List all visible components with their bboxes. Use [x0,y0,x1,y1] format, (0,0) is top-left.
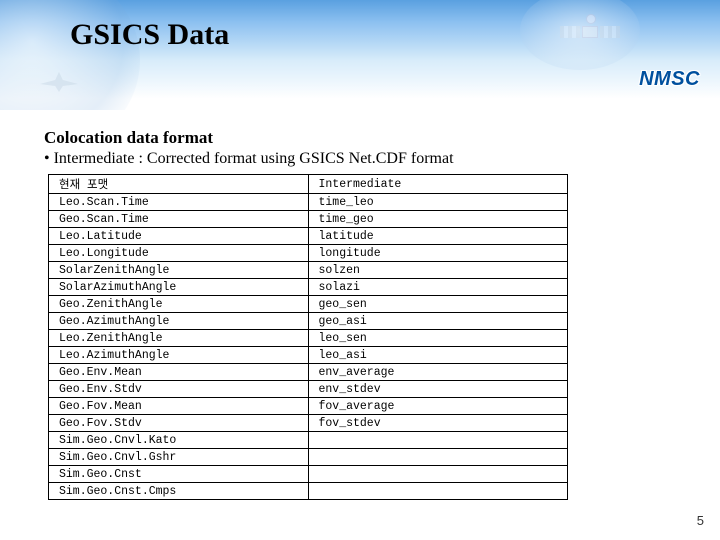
page-title: GSICS Data [70,18,229,52]
table-cell-left: Geo.Env.Stdv [49,381,309,398]
table-cell-right: env_stdev [308,381,568,398]
table-cell-right: leo_asi [308,347,568,364]
table-cell-left: Leo.Longitude [49,245,309,262]
table-cell-right: time_geo [308,211,568,228]
table-cell-right [308,449,568,466]
table-cell-right [308,483,568,500]
table-cell-right: leo_sen [308,330,568,347]
table-row: SolarAzimuthAnglesolazi [49,279,568,296]
section-heading: Colocation data format [44,128,676,148]
table-cell-left: Geo.Fov.Stdv [49,415,309,432]
header-banner: GSICS Data NMSC [0,0,720,110]
table-cell-right [308,432,568,449]
table-row: Geo.ZenithAnglegeo_sen [49,296,568,313]
page-number: 5 [697,513,704,528]
table-row: Geo.Fov.Meanfov_average [49,398,568,415]
table-row: Sim.Geo.Cnvl.Gshr [49,449,568,466]
format-table-wrap: 현재 포맷IntermediateLeo.Scan.Timetime_leoGe… [48,174,672,500]
table-cell-left: Sim.Geo.Cnst.Cmps [49,483,309,500]
table-cell-right: env_average [308,364,568,381]
table-header-row: 현재 포맷Intermediate [49,175,568,194]
table-row: Leo.ZenithAngleleo_sen [49,330,568,347]
format-table: 현재 포맷IntermediateLeo.Scan.Timetime_leoGe… [48,174,568,500]
table-row: Sim.Geo.Cnvl.Kato [49,432,568,449]
table-row: SolarZenithAnglesolzen [49,262,568,279]
table-cell-right [308,466,568,483]
table-row: Geo.Fov.Stdvfov_stdev [49,415,568,432]
table-row: Leo.Latitudelatitude [49,228,568,245]
satellite-decoration-right [560,12,620,52]
table-cell-right: time_leo [308,194,568,211]
table-cell-left: Sim.Geo.Cnvl.Kato [49,432,309,449]
table-row: Geo.Scan.Timetime_geo [49,211,568,228]
table-cell-left: Geo.Fov.Mean [49,398,309,415]
table-cell-right: geo_sen [308,296,568,313]
table-row: Leo.AzimuthAngleleo_asi [49,347,568,364]
table-row: Geo.Env.Stdvenv_stdev [49,381,568,398]
table-cell-left: Sim.Geo.Cnst [49,466,309,483]
table-header-left: 현재 포맷 [49,175,309,194]
table-cell-left: Leo.Scan.Time [49,194,309,211]
table-row: Sim.Geo.Cnst.Cmps [49,483,568,500]
table-cell-left: Sim.Geo.Cnvl.Gshr [49,449,309,466]
table-cell-left: SolarAzimuthAngle [49,279,309,296]
table-cell-left: Geo.AzimuthAngle [49,313,309,330]
table-row: Geo.AzimuthAnglegeo_asi [49,313,568,330]
table-row: Sim.Geo.Cnst [49,466,568,483]
table-row: Leo.Longitudelongitude [49,245,568,262]
table-header-right: Intermediate [308,175,568,194]
table-cell-left: Geo.Env.Mean [49,364,309,381]
table-cell-right: latitude [308,228,568,245]
table-cell-right: solazi [308,279,568,296]
table-cell-left: Geo.ZenithAngle [49,296,309,313]
table-cell-right: solzen [308,262,568,279]
table-cell-right: fov_stdev [308,415,568,432]
table-row: Geo.Env.Meanenv_average [49,364,568,381]
table-cell-left: SolarZenithAngle [49,262,309,279]
table-cell-right: geo_asi [308,313,568,330]
table-cell-right: longitude [308,245,568,262]
table-row: Leo.Scan.Timetime_leo [49,194,568,211]
table-cell-left: Leo.ZenithAngle [49,330,309,347]
content-area: Colocation data format • Intermediate : … [0,110,720,168]
table-cell-left: Leo.AzimuthAngle [49,347,309,364]
satellite-decoration-left [40,72,78,92]
table-cell-left: Geo.Scan.Time [49,211,309,228]
nmsc-logo: NMSC [639,68,700,91]
table-cell-right: fov_average [308,398,568,415]
table-cell-left: Leo.Latitude [49,228,309,245]
bullet-line: • Intermediate : Corrected format using … [44,150,676,168]
